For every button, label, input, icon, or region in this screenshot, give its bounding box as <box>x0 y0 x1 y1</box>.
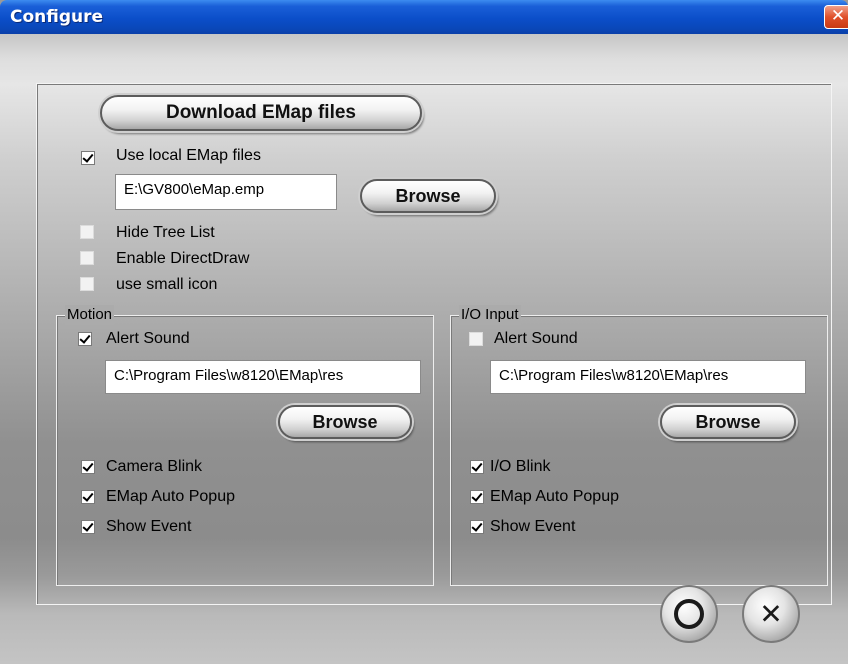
io-browse-label: Browse <box>695 412 761 432</box>
io-emap-auto-popup-checkbox[interactable] <box>470 490 484 504</box>
camera-blink-label: Camera Blink <box>106 458 203 475</box>
hide-tree-list-label: Hide Tree List <box>116 224 215 241</box>
title-bar: Configure ✕ <box>0 0 848 34</box>
motion-sound-path-field[interactable]: C:\Program Files\w8120\EMap\res <box>105 360 421 394</box>
download-emap-button[interactable]: Download EMap files <box>100 95 422 131</box>
io-alert-sound-checkbox[interactable] <box>469 332 483 346</box>
io-blink-checkbox[interactable] <box>470 460 484 474</box>
x-icon: ✕ <box>759 597 783 631</box>
motion-emap-auto-popup-label: EMap Auto Popup <box>106 488 235 505</box>
motion-browse-label: Browse <box>312 412 378 432</box>
motion-show-event-label: Show Event <box>106 518 192 535</box>
motion-emap-auto-popup-checkbox[interactable] <box>81 490 95 504</box>
io-blink-label: I/O Blink <box>490 458 551 475</box>
window-title: Configure <box>10 7 104 27</box>
camera-blink-checkbox[interactable] <box>81 460 95 474</box>
dialog-body: Download EMap files Use local EMap files… <box>0 34 848 664</box>
motion-alert-sound-label: Alert Sound <box>106 330 190 347</box>
circle-icon <box>674 599 704 629</box>
use-small-icon-checkbox[interactable] <box>80 277 94 291</box>
enable-directdraw-checkbox[interactable] <box>80 251 94 265</box>
motion-show-event-checkbox[interactable] <box>81 520 95 534</box>
io-emap-auto-popup-label: EMap Auto Popup <box>490 488 619 505</box>
motion-alert-sound-checkbox[interactable] <box>78 332 92 346</box>
io-show-event-checkbox[interactable] <box>470 520 484 534</box>
close-button[interactable]: ✕ <box>824 5 848 29</box>
emap-browse-label: Browse <box>395 186 461 206</box>
motion-group: Motion <box>56 305 434 586</box>
ok-button[interactable] <box>660 585 718 643</box>
hide-tree-list-checkbox[interactable] <box>80 225 94 239</box>
motion-group-title: Motion <box>65 305 115 325</box>
enable-directdraw-label: Enable DirectDraw <box>116 250 250 267</box>
use-local-emap-checkbox[interactable] <box>81 151 95 165</box>
io-browse-button[interactable]: Browse <box>660 405 796 439</box>
io-show-event-label: Show Event <box>490 518 576 535</box>
emap-browse-button[interactable]: Browse <box>360 179 496 213</box>
motion-browse-button[interactable]: Browse <box>278 405 412 439</box>
io-input-group: I/O Input <box>450 305 828 586</box>
download-emap-label: Download EMap files <box>165 102 357 123</box>
emap-path-field[interactable]: E:\GV800\eMap.emp <box>115 174 337 210</box>
io-input-group-title: I/O Input <box>459 305 521 325</box>
close-icon: ✕ <box>830 6 846 26</box>
cancel-button[interactable]: ✕ <box>742 585 800 643</box>
use-local-emap-label: Use local EMap files <box>116 147 261 164</box>
io-sound-path-field[interactable]: C:\Program Files\w8120\EMap\res <box>490 360 806 394</box>
io-alert-sound-label: Alert Sound <box>494 330 578 347</box>
use-small-icon-label: use small icon <box>116 276 218 293</box>
